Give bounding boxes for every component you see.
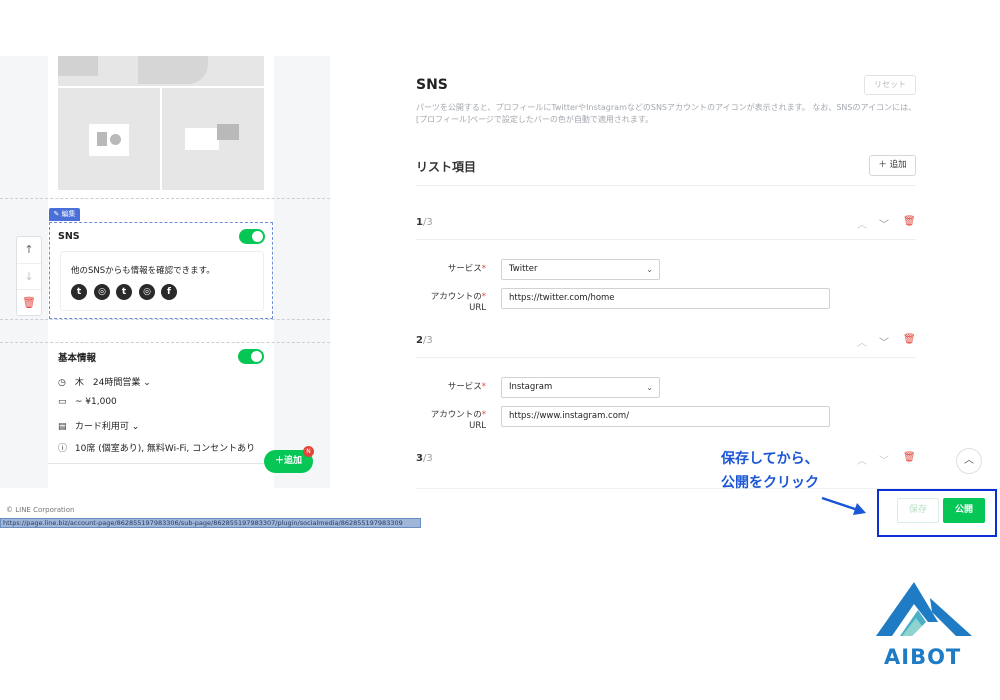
instagram-icon[interactable]: ◎: [94, 284, 110, 300]
sns-card-text: 他のSNSからも情報を確認できます。: [71, 266, 215, 276]
aibot-logo-text: AIBOT: [884, 645, 962, 669]
new-badge: N: [303, 446, 314, 457]
sns-card-title: SNS: [58, 231, 80, 242]
instruction-annotation: 保存してから、 公開をクリック: [721, 447, 819, 495]
move-up-icon[interactable]: ︿: [857, 452, 867, 467]
facebook-icon[interactable]: f: [161, 284, 177, 300]
sns-card-inner: 他のSNSからも情報を確認できます。 t ◎ t ◎ f: [60, 251, 264, 311]
item-counter: 1/3: [416, 217, 433, 228]
item-number: 2: [416, 335, 423, 346]
delete-icon[interactable]: 🗑: [903, 452, 916, 463]
hours-row[interactable]: ◷ 木 24時間営業 ⌄: [58, 375, 151, 388]
price-row: ▭ ~ ¥1,000: [58, 397, 117, 407]
facilities-row: ⓘ 10席 (個室あり), 無料Wi-Fi, コンセントあり: [58, 441, 255, 454]
list-title: リスト項目: [416, 160, 477, 174]
copyright: © LINE Corporation: [6, 506, 75, 514]
aibot-logo-icon: [876, 582, 972, 636]
move-down-icon[interactable]: ﹀: [879, 216, 889, 231]
service-select[interactable]: Instagram ⌄: [501, 377, 660, 398]
edit-tag-label: 編集: [61, 210, 76, 218]
hours-text: 木 24時間営業 ⌄: [74, 378, 151, 388]
service-value: Twitter: [509, 264, 538, 274]
item-total: /3: [422, 335, 433, 346]
delete-icon[interactable]: 🗑: [903, 216, 916, 227]
url-input[interactable]: https://www.instagram.com/: [501, 406, 830, 427]
move-up-icon[interactable]: ︿: [857, 334, 867, 349]
move-controls: ↑ ↓ 🗑: [16, 236, 42, 316]
annotation-line-2: 公開をクリック: [721, 475, 819, 491]
image-placeholder: [162, 88, 264, 190]
sns-visibility-toggle[interactable]: [239, 229, 265, 244]
service-label-text: サービス: [447, 264, 482, 274]
edit-tag[interactable]: ✎ 編集: [49, 208, 80, 221]
item-number: 1: [416, 217, 423, 228]
info-icon: ⓘ: [58, 444, 68, 454]
image-placeholder: [58, 56, 98, 76]
panel-title: SNS: [416, 77, 448, 93]
service-label: サービス*: [447, 382, 486, 392]
scroll-to-top-button[interactable]: ︿: [956, 448, 982, 474]
url-label-text: アカウントの: [430, 292, 482, 302]
divider: [0, 198, 330, 199]
basic-info-title: 基本情報: [58, 353, 97, 364]
url-input[interactable]: https://twitter.com/home: [501, 288, 830, 309]
delete-icon[interactable]: 🗑: [903, 334, 916, 345]
delete-part-icon[interactable]: 🗑: [17, 289, 41, 315]
url-label: アカウントの* URL: [430, 410, 486, 431]
item-counter: 3/3: [416, 453, 433, 464]
save-button[interactable]: 保存: [897, 498, 939, 523]
service-label-text: サービス: [447, 382, 482, 392]
service-select[interactable]: Twitter ⌄: [501, 259, 660, 280]
move-up-icon[interactable]: ↑: [17, 237, 41, 263]
card-icon: ▤: [58, 422, 67, 432]
chevron-down-icon: ⌄: [646, 383, 653, 392]
url-label: アカウントの* URL: [430, 292, 486, 313]
chevron-down-icon: ⌄: [646, 265, 653, 274]
annotation-line-1: 保存してから、: [721, 451, 819, 467]
divider: [416, 185, 916, 186]
twitter-icon[interactable]: t: [71, 284, 87, 300]
add-item-button[interactable]: ＋ 追加: [869, 155, 916, 176]
reset-button[interactable]: リセット: [864, 75, 916, 95]
move-down-icon[interactable]: ﹀: [879, 334, 889, 349]
item-number: 3: [416, 453, 423, 464]
payment-row[interactable]: ▤ カード利用可 ⌄: [58, 419, 139, 432]
item-counter: 2/3: [416, 335, 433, 346]
service-value: Instagram: [509, 382, 553, 392]
divider: [0, 319, 330, 320]
price-text: ~ ¥1,000: [74, 397, 117, 407]
item-total: /3: [422, 453, 433, 464]
wallet-icon: ▭: [58, 397, 67, 407]
sns-part-card[interactable]: SNS 他のSNSからも情報を確認できます。 t ◎ t ◎ f: [49, 222, 273, 319]
service-label: サービス*: [447, 264, 486, 274]
move-up-icon[interactable]: ︿: [857, 216, 867, 231]
clock-icon: ◷: [58, 378, 66, 388]
url-label-text2: URL: [469, 421, 486, 431]
url-label-text: アカウントの: [430, 410, 482, 420]
status-url-bar: https://page.line.biz/account-page/86285…: [0, 518, 421, 528]
divider: [416, 357, 916, 358]
divider: [416, 239, 916, 240]
publish-button[interactable]: 公開: [943, 498, 985, 523]
image-placeholder: [138, 56, 208, 84]
move-down-icon[interactable]: ﹀: [879, 452, 889, 467]
arrow-icon: [821, 496, 866, 515]
twitter-icon[interactable]: t: [116, 284, 132, 300]
instagram-icon[interactable]: ◎: [139, 284, 155, 300]
facilities-text: 10席 (個室あり), 無料Wi-Fi, コンセントあり: [74, 444, 256, 454]
divider: [48, 463, 274, 464]
move-down-icon[interactable]: ↓: [17, 263, 41, 289]
image-placeholder: [58, 88, 160, 190]
panel-description: パーツを公開すると、プロフィールにTwitterやInstagramなどのSNS…: [416, 103, 917, 124]
divider: [0, 342, 330, 343]
payment-text: カード利用可 ⌄: [74, 422, 140, 432]
item-total: /3: [422, 217, 433, 228]
url-label-text2: URL: [469, 303, 486, 313]
basic-info-toggle[interactable]: [238, 349, 264, 364]
